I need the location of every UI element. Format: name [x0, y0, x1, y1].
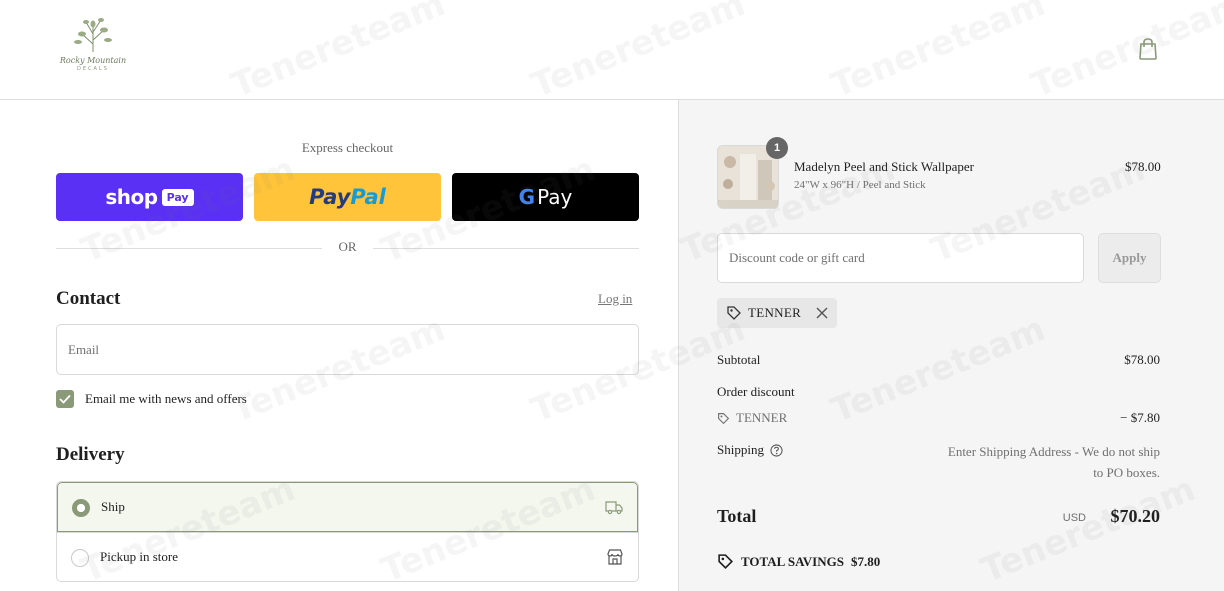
google-g-icon: G [518, 185, 536, 209]
discount-code-row: TENNER [717, 410, 787, 426]
ship-label: Ship [101, 499, 125, 514]
contact-title: Contact [56, 288, 121, 309]
remove-discount-icon[interactable] [815, 306, 829, 320]
shopping-bag-icon[interactable] [1137, 37, 1159, 61]
help-icon[interactable] [770, 443, 783, 457]
or-divider: OR [56, 238, 639, 258]
delivery-option-pickup[interactable]: Pickup in store [57, 532, 638, 581]
shop-pay-wordmark: shop [105, 185, 158, 209]
login-link[interactable]: Log in [598, 291, 632, 307]
email-placeholder: Email [68, 341, 100, 357]
shop-pay-badge: Pay [161, 188, 194, 206]
store-logo[interactable]: Rocky Mountain DECALS [54, 14, 132, 84]
news-checkbox-label: Email me with news and offers [85, 391, 247, 406]
pickup-radio[interactable] [71, 549, 89, 567]
paypal-wordmark: PayPal [309, 185, 386, 209]
discount-tag-icon [718, 412, 730, 424]
subtotal-value: $78.00 [1124, 352, 1160, 367]
discount-code-label: TENNER [736, 410, 788, 425]
applied-discount-code: TENNER [748, 305, 802, 320]
store-icon [607, 549, 623, 565]
apply-button[interactable]: Apply [1098, 233, 1161, 283]
product-price: $78.00 [1125, 159, 1161, 174]
delivery-option-ship[interactable]: Ship [57, 482, 638, 532]
shipping-label: Shipping [717, 442, 764, 457]
discount-placeholder: Discount code or gift card [729, 250, 865, 265]
total-currency: USD [1062, 512, 1086, 524]
logo-botanical-icon [74, 18, 112, 52]
paypal-button[interactable]: PayPal [254, 173, 441, 221]
product-variant: 24"W x 96"H / Peel and Stick [794, 179, 926, 191]
shop-pay-button[interactable]: shop Pay [56, 173, 243, 221]
logo-subtext: DECALS [77, 66, 109, 72]
header: Rocky Mountain DECALS [0, 0, 1224, 100]
express-checkout-title: Express checkout [301, 140, 394, 155]
discount-value: − $7.80 [1120, 410, 1160, 425]
pickup-label: Pickup in store [100, 549, 178, 564]
total-value: $70.20 [1110, 506, 1161, 526]
ship-radio[interactable] [72, 499, 90, 517]
tag-icon [727, 306, 741, 320]
delivery-options: Ship Pickup in store [56, 481, 639, 582]
email-field[interactable]: Email [56, 324, 639, 375]
shipping-note: Enter Shipping Address - We do not ship … [947, 444, 1160, 480]
total-savings: TOTAL SAVINGS $7.80 [717, 553, 880, 570]
product-name: Madelyn Peel and Stick Wallpaper [794, 159, 974, 174]
or-label: OR [338, 239, 357, 254]
savings-label: TOTAL SAVINGS [741, 553, 844, 569]
order-discount-label: Order discount [717, 384, 795, 399]
google-pay-button[interactable]: G Pay [452, 173, 639, 221]
discount-code-input[interactable]: Discount code or gift card [717, 233, 1084, 283]
checkout-form: Express checkout shop Pay PayPal G Pay O… [0, 100, 678, 591]
shipping-row: Shipping [717, 442, 783, 458]
delivery-title: Delivery [56, 444, 125, 465]
google-pay-wordmark: Pay [537, 185, 573, 209]
applied-discount-chip: TENNER [717, 298, 837, 328]
checkmark-icon [59, 394, 71, 404]
subtotal-label: Subtotal [717, 352, 761, 367]
savings-value: $7.80 [850, 553, 881, 569]
total-label: Total [717, 506, 757, 526]
logo-text: Rocky Mountain [59, 56, 127, 65]
order-summary: 1 Madelyn Peel and Stick Wallpaper 24"W … [678, 100, 1224, 591]
savings-tag-icon [718, 554, 734, 570]
quantity-badge: 1 [766, 137, 788, 159]
truck-icon [605, 501, 623, 515]
news-checkbox[interactable] [56, 390, 74, 408]
